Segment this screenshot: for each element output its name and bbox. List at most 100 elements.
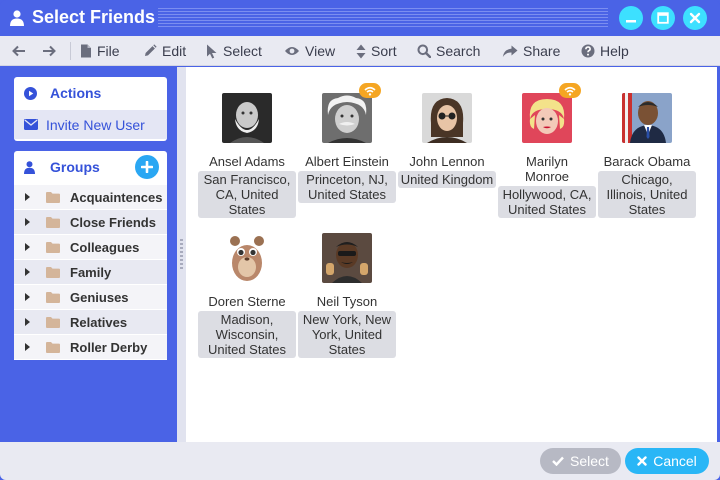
file-label: File — [97, 43, 120, 59]
avatar — [522, 93, 572, 143]
folder-icon — [46, 217, 60, 228]
checkmark-icon — [552, 456, 564, 466]
search-icon — [417, 44, 431, 58]
caret-right-icon[interactable] — [25, 343, 30, 351]
caret-right-icon[interactable] — [25, 243, 30, 251]
back-button[interactable] — [12, 36, 31, 66]
eye-icon — [285, 47, 299, 55]
invite-new-user-button[interactable]: Invite New User — [14, 110, 167, 139]
friend-name: Doren Sterne — [208, 294, 286, 309]
cancel-button[interactable]: Cancel — [625, 448, 709, 474]
group-label: Family — [70, 265, 112, 280]
maximize-icon — [657, 12, 669, 24]
view-menu[interactable]: View — [284, 36, 335, 66]
forward-button[interactable] — [42, 36, 61, 66]
group-list: Acquaintences Close Friends Colleagues F… — [14, 185, 167, 360]
title-bar[interactable]: Select Friends — [0, 0, 720, 36]
help-menu[interactable]: Help — [581, 36, 629, 66]
file-menu[interactable]: File — [80, 36, 120, 66]
group-label: Colleagues — [70, 240, 140, 255]
wifi-icon — [364, 86, 376, 96]
group-item-acquaintences[interactable]: Acquaintences — [14, 185, 167, 210]
avatar — [422, 93, 472, 143]
sort-label: Sort — [371, 43, 397, 59]
title-grip[interactable] — [158, 8, 608, 28]
folder-icon — [46, 242, 60, 253]
pencil-icon — [145, 44, 157, 56]
groups-header: Groups — [14, 151, 167, 183]
friend-location: Princeton, NJ, United States — [298, 171, 396, 203]
window-title: Select Friends — [32, 7, 156, 27]
avatar — [622, 93, 672, 143]
search-menu[interactable]: Search — [417, 36, 480, 66]
group-item-relatives[interactable]: Relatives — [14, 310, 167, 335]
close-icon — [637, 456, 647, 466]
group-item-family[interactable]: Family — [14, 260, 167, 285]
cancel-button-label: Cancel — [653, 453, 697, 469]
group-item-colleagues[interactable]: Colleagues — [14, 235, 167, 260]
avatar — [222, 93, 272, 143]
friends-grid: Ansel Adams San Francisco, CA, United St… — [186, 67, 717, 442]
search-label: Search — [436, 43, 481, 59]
friend-location: Hollywood, CA, United States — [498, 186, 596, 218]
view-label: View — [305, 43, 336, 59]
group-label: Roller Derby — [70, 340, 148, 355]
groups-panel: Groups Acquaintences Close Friends Colle… — [14, 151, 167, 360]
minimize-icon — [626, 20, 636, 23]
friend-name: John Lennon — [409, 154, 485, 169]
friend-name: Neil Tyson — [316, 294, 378, 309]
avatar — [222, 233, 272, 283]
caret-right-icon[interactable] — [25, 218, 30, 226]
avatar — [322, 93, 372, 143]
select-label: Select — [223, 43, 262, 59]
edit-menu[interactable]: Edit — [143, 36, 186, 66]
caret-right-icon[interactable] — [25, 318, 30, 326]
arrow-right-icon — [43, 45, 56, 57]
play-circle-icon — [24, 87, 37, 100]
groups-heading: Groups — [50, 159, 100, 175]
add-group-button[interactable] — [135, 155, 159, 179]
select-button[interactable]: Select — [540, 448, 621, 474]
group-label: Geniuses — [70, 290, 129, 305]
caret-right-icon[interactable] — [25, 293, 30, 301]
arrow-left-icon — [12, 45, 25, 57]
help-label: Help — [600, 43, 629, 59]
group-item-close-friends[interactable]: Close Friends — [14, 210, 167, 235]
caret-right-icon[interactable] — [25, 268, 30, 276]
friend-name: Barack Obama — [603, 154, 691, 169]
user-icon — [10, 10, 24, 26]
group-item-roller-derby[interactable]: Roller Derby — [14, 335, 167, 360]
toolbar: File Edit Select View Sort Search Share — [0, 36, 720, 66]
friend-location: San Francisco, CA, United States — [198, 171, 296, 218]
close-icon — [689, 12, 701, 24]
group-label: Close Friends — [70, 215, 156, 230]
friend-name: Albert Einstein — [305, 154, 389, 169]
sort-menu[interactable]: Sort — [356, 36, 397, 66]
envelope-icon — [24, 119, 38, 130]
wifi-icon — [564, 86, 576, 96]
online-status-badge — [559, 83, 581, 98]
friend-location: Chicago, Illinois, United States — [598, 171, 696, 218]
cursor-icon — [207, 44, 217, 58]
actions-header[interactable]: Actions — [14, 77, 167, 109]
minimize-button[interactable] — [619, 6, 643, 30]
group-label: Relatives — [70, 315, 128, 330]
folder-icon — [46, 342, 60, 353]
folder-icon — [46, 317, 60, 328]
actions-panel: Actions Invite New User — [14, 77, 167, 141]
select-menu[interactable]: Select — [206, 36, 262, 66]
caret-right-icon[interactable] — [25, 193, 30, 201]
sort-icon — [356, 44, 366, 58]
resize-handle[interactable] — [177, 67, 186, 442]
help-icon — [581, 44, 595, 58]
folder-icon — [46, 192, 60, 203]
share-menu[interactable]: Share — [502, 36, 560, 66]
group-item-geniuses[interactable]: Geniuses — [14, 285, 167, 310]
edit-label: Edit — [162, 43, 187, 59]
close-button[interactable] — [683, 6, 707, 30]
sidebar: Actions Invite New User Groups Acquainte… — [5, 67, 177, 442]
share-icon — [502, 45, 518, 57]
friend-location: Madison, Wisconsin, United States — [198, 311, 296, 358]
friend-name: Marilyn Monroe — [524, 154, 570, 184]
maximize-button[interactable] — [651, 6, 675, 30]
